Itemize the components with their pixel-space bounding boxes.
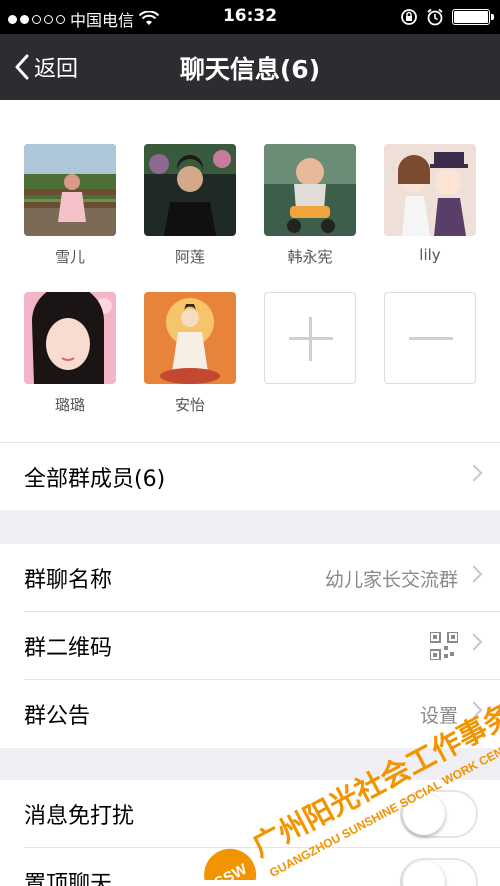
member-name: 雪儿 xyxy=(54,248,85,266)
all-members-label: 全部群成员(6) xyxy=(24,467,166,492)
alarm-icon xyxy=(427,8,443,26)
group-name-value: 幼儿家长交流群 xyxy=(324,569,458,591)
page-title: 聊天信息(6) xyxy=(179,55,321,84)
girl-garden-photo-icon xyxy=(24,144,116,236)
plus-icon xyxy=(264,292,356,384)
remove-member-button[interactable] xyxy=(384,292,476,384)
chevron-right-icon xyxy=(465,633,483,651)
girl-selfie-photo-icon xyxy=(24,292,116,384)
member-name: 璐璐 xyxy=(54,396,85,414)
member-name: 韩永宪 xyxy=(287,248,333,266)
mute-row: 消息免打扰 xyxy=(0,780,500,848)
nav-bar: 返回 聊天信息(6) xyxy=(0,34,500,100)
chevron-right-icon xyxy=(465,464,483,482)
qr-code-icon xyxy=(430,632,458,660)
member-grid: 雪儿 阿莲 韩永宪 lily 璐璐 安怡 xyxy=(0,100,500,442)
group-name-row[interactable]: 群聊名称 幼儿家长交流群 xyxy=(0,544,500,612)
lock-rotation-icon xyxy=(401,9,417,25)
qr-label: 群二维码 xyxy=(24,636,113,661)
member-name: 安怡 xyxy=(174,396,205,414)
mute-label: 消息免打扰 xyxy=(24,804,135,829)
all-members-row[interactable]: 全部群成员(6) xyxy=(0,442,500,510)
pin-row: 置顶聊天 xyxy=(0,848,500,886)
notice-label: 群公告 xyxy=(24,704,91,729)
guanyin-painting-icon xyxy=(144,292,236,384)
toddler-bike-photo-icon xyxy=(264,144,356,236)
anime-couple-photo-icon xyxy=(384,144,476,236)
member-item[interactable]: 安怡 xyxy=(144,292,236,415)
pin-label: 置顶聊天 xyxy=(24,872,113,886)
member-item[interactable]: lily xyxy=(384,144,476,264)
mute-toggle[interactable] xyxy=(400,790,478,838)
chevron-right-icon xyxy=(465,701,483,719)
member-name: lily xyxy=(419,246,441,264)
status-right xyxy=(400,8,494,26)
woman-portrait-photo-icon xyxy=(144,144,236,236)
member-item[interactable]: 韩永宪 xyxy=(264,144,356,267)
member-item[interactable]: 璐璐 xyxy=(24,292,116,415)
pin-toggle[interactable] xyxy=(400,858,478,886)
group-qr-row[interactable]: 群二维码 xyxy=(0,612,500,680)
group-notice-row[interactable]: 群公告 设置 xyxy=(0,680,500,748)
battery-icon xyxy=(452,9,494,25)
minus-icon xyxy=(384,292,476,384)
chevron-right-icon xyxy=(465,565,483,583)
member-name: 阿莲 xyxy=(174,248,205,266)
status-bar: 中国电信 16:32 xyxy=(0,0,500,34)
add-member-button[interactable] xyxy=(264,292,356,384)
group-name-label: 群聊名称 xyxy=(24,568,113,593)
notice-value: 设置 xyxy=(419,705,458,727)
member-item[interactable]: 雪儿 xyxy=(24,144,116,267)
member-item[interactable]: 阿莲 xyxy=(144,144,236,267)
